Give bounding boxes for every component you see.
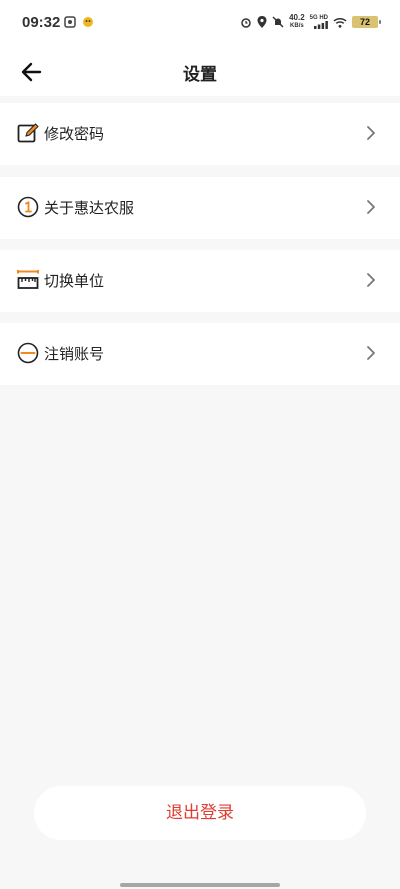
menu-item-label: 关于惠达农服 (44, 199, 135, 217)
menu-item-about[interactable]: 关于惠达农服 (0, 177, 400, 239)
menu-item-delete-account[interactable]: 注销账号 (0, 323, 400, 385)
location-icon (257, 16, 267, 28)
net-speed-unit: KB/s (290, 23, 304, 29)
chevron-right-icon (367, 273, 375, 287)
chevron-right-icon (367, 200, 375, 214)
net-speed-value: 40.2 (289, 13, 305, 22)
chevron-right-icon (367, 346, 375, 360)
menu-item-change-password[interactable]: 修改密码 (0, 103, 400, 165)
menu-item-switch-unit[interactable]: 切换单位 (0, 250, 400, 312)
menu-item-label: 注销账号 (44, 345, 105, 363)
menu-item-label: 修改密码 (44, 125, 105, 143)
edit-icon (17, 123, 39, 143)
home-indicator[interactable] (120, 883, 280, 887)
gallery-icon (64, 16, 76, 28)
wifi-icon (333, 17, 347, 28)
logout-button[interactable]: 退出登录 (34, 786, 366, 840)
status-bar: 09:32 40.2 KB/s 5G HD 72 (0, 0, 400, 48)
alarm-icon (241, 18, 251, 28)
app-header: 设置 (0, 48, 400, 96)
menu-item-label: 切换单位 (44, 272, 105, 290)
app-icon (83, 17, 93, 27)
battery-icon: 72 (352, 16, 381, 28)
page-title: 设置 (183, 65, 217, 85)
signal-icon (314, 21, 328, 29)
status-time: 09:32 (22, 14, 61, 31)
info-circle-icon (17, 196, 39, 218)
chevron-right-icon (367, 126, 375, 140)
net-speed: 40.2 KB/s (289, 14, 305, 30)
ruler-icon (17, 270, 39, 289)
minus-circle-icon (17, 342, 39, 364)
mute-icon (272, 16, 284, 28)
